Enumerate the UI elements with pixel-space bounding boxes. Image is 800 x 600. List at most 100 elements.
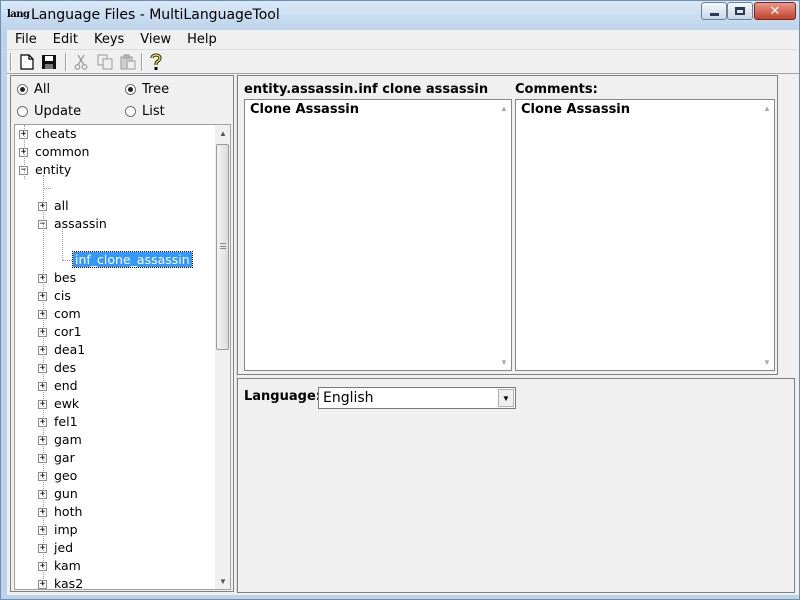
tree-node[interactable]: cis <box>54 287 71 305</box>
menu-keys[interactable]: Keys <box>86 30 132 49</box>
tree-node[interactable]: gar <box>54 449 75 467</box>
tree-node[interactable]: cheats <box>35 125 77 143</box>
tree-node-label: jed <box>54 540 74 555</box>
chevron-down-icon[interactable]: ▼ <box>498 389 514 407</box>
copy-button[interactable] <box>95 52 115 72</box>
tree-node-label: gun <box>54 486 78 501</box>
save-icon <box>42 55 56 69</box>
tree-connector <box>62 229 63 260</box>
tree-node-label: entity <box>35 162 72 177</box>
help-icon <box>150 53 162 70</box>
value-scrollbar[interactable]: ▲ ▼ <box>497 100 511 370</box>
scroll-thumb[interactable] <box>216 144 229 350</box>
tree-node-label: com <box>54 306 81 321</box>
language-tree[interactable]: + cheats + common − entity + all − assassin inf_cl… <box>14 124 231 590</box>
radio-tree[interactable]: Tree <box>125 80 169 98</box>
tree-node[interactable]: des <box>54 359 76 377</box>
tree-node-label: fel1 <box>54 414 78 429</box>
radio-update-indicator[interactable] <box>17 105 28 117</box>
editor-pane: entity.assassin.inf clone assassin Comme… <box>237 75 778 375</box>
tree-node[interactable]: common <box>35 143 89 161</box>
tree-node-label: cor1 <box>54 324 82 339</box>
cut-button[interactable] <box>71 52 91 72</box>
new-icon <box>20 54 34 70</box>
comments-textarea[interactable]: Clone Assassin ▲ ▼ <box>515 99 775 371</box>
app-icon: lang <box>7 9 30 20</box>
tree-node[interactable]: imp <box>54 521 78 539</box>
radio-all[interactable]: All <box>17 80 50 98</box>
tree-node[interactable]: geo <box>54 467 77 485</box>
close-icon: ✕ <box>769 3 781 19</box>
menu-help[interactable]: Help <box>179 30 225 49</box>
tree-node-label: hoth <box>54 504 83 519</box>
comments-text: Clone Assassin <box>521 102 631 117</box>
tree-node[interactable]: all <box>54 197 69 215</box>
scroll-up-icon[interactable]: ▲ <box>215 125 230 141</box>
radio-tree-label: Tree <box>142 81 170 97</box>
menu-view[interactable]: View <box>132 30 179 49</box>
help-button[interactable] <box>146 52 166 72</box>
language-label: Language: <box>244 389 321 404</box>
tree-node[interactable]: jed <box>54 539 73 557</box>
tree-node[interactable]: gam <box>54 431 82 449</box>
cut-icon <box>74 54 88 70</box>
tree-node-label: imp <box>54 522 78 537</box>
menu-file[interactable]: File <box>7 30 45 49</box>
tree-node-label: geo <box>54 468 78 483</box>
radio-list-label: List <box>142 103 165 119</box>
tree-node[interactable]: cor1 <box>54 323 82 341</box>
tree-node[interactable]: kam <box>54 557 81 575</box>
tree-node-label: end <box>54 378 78 393</box>
radio-all-label: All <box>34 81 51 97</box>
comments-label: Comments: <box>515 82 598 97</box>
tree-node[interactable]: kas2 <box>54 575 84 590</box>
tree-node-label: gar <box>54 450 75 465</box>
minimize-button[interactable] <box>701 2 727 20</box>
radio-tree-indicator[interactable] <box>125 83 136 95</box>
tree-node[interactable]: bes <box>54 269 76 287</box>
copy-icon <box>97 54 113 70</box>
save-button[interactable] <box>39 52 59 72</box>
tree-node[interactable]: dea1 <box>54 341 85 359</box>
scroll-up-icon[interactable]: ▲ <box>760 100 774 116</box>
tree-node[interactable]: ewk <box>54 395 79 413</box>
scroll-down-icon[interactable]: ▼ <box>497 354 511 370</box>
tree-node[interactable]: entity <box>35 161 71 179</box>
tree-node[interactable]: com <box>54 305 81 323</box>
tree-connector <box>43 175 44 589</box>
title-bar[interactable]: lang Language Files - MultiLanguageTool … <box>1 1 799 30</box>
tree-node[interactable]: hoth <box>54 503 82 521</box>
language-selected-value: English <box>323 390 374 406</box>
new-button[interactable] <box>17 52 37 72</box>
menu-edit[interactable]: Edit <box>45 30 86 49</box>
scroll-up-icon[interactable]: ▲ <box>497 100 511 116</box>
tree-node[interactable]: inf_clone_assassin <box>72 251 193 269</box>
tree-node-label: kas2 <box>54 576 84 590</box>
radio-list-indicator[interactable] <box>125 105 136 117</box>
app-window: lang Language Files - MultiLanguageTool … <box>0 0 800 600</box>
scroll-down-icon[interactable]: ▼ <box>760 354 774 370</box>
radio-update[interactable]: Update <box>17 102 81 120</box>
client-area: File Edit Keys View Help All Tree Update… <box>7 30 799 595</box>
tree-node[interactable]: end <box>54 377 78 395</box>
maximize-icon <box>735 7 745 15</box>
tree-node[interactable]: gun <box>54 485 78 503</box>
close-button[interactable]: ✕ <box>754 2 796 20</box>
maximize-button[interactable] <box>727 2 753 20</box>
menu-bar: File Edit Keys View Help <box>7 30 799 50</box>
tree-node-label: dea1 <box>54 342 86 357</box>
radio-all-indicator[interactable] <box>17 83 28 95</box>
value-textarea[interactable]: Clone Assassin ▲ ▼ <box>244 99 512 371</box>
tree-node[interactable]: fel1 <box>54 413 78 431</box>
scroll-down-icon[interactable]: ▼ <box>215 573 230 589</box>
language-select[interactable]: English ▼ <box>318 387 516 409</box>
window-title: Language Files - MultiLanguageTool <box>31 7 280 23</box>
tree-scrollbar[interactable]: ▲ ▼ <box>215 125 230 589</box>
minimize-icon <box>709 13 719 16</box>
radio-list[interactable]: List <box>125 102 165 120</box>
key-path-label: entity.assassin.inf clone assassin <box>244 82 489 97</box>
comments-scrollbar[interactable]: ▲ ▼ <box>760 100 774 370</box>
paste-icon <box>120 54 136 70</box>
paste-button[interactable] <box>118 52 138 72</box>
tree-node-label: cheats <box>35 126 77 141</box>
